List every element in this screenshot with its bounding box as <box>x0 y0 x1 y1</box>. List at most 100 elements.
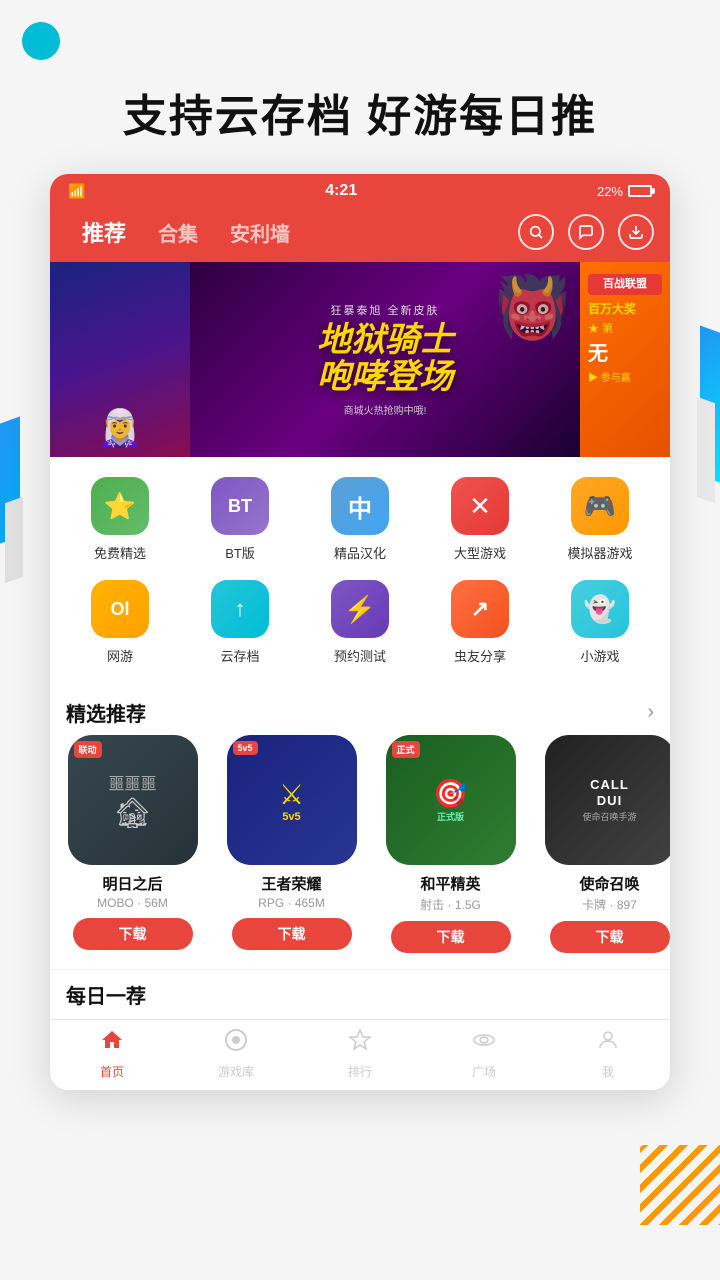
game-icon-label-2: 5v5 <box>279 811 304 823</box>
banner-left[interactable]: 🧝‍♀️ <box>50 262 190 457</box>
deco-right-gray <box>697 397 715 504</box>
game-download-btn-3[interactable]: 下载 <box>391 921 511 953</box>
game-icon-2: ⚔ 5v5 5v5 <box>227 735 357 865</box>
bottom-section: 每日一荐 <box>50 969 670 1019</box>
banner-main-content: 狂暴泰旭 全新皮肤 地狱骑士咆哮登场 商城火热抢购中哦! 👹 <box>190 262 580 457</box>
cat-emulator-label: 模拟器游戏 <box>567 543 632 562</box>
banner-right-text: 无 <box>588 340 662 368</box>
plaza-icon <box>472 1028 496 1059</box>
categories: ⭐ 免费精选 BT BT版 中 精品汉化 ✕ 大型游戏 🎮 模拟器游戏 Ol <box>50 457 670 688</box>
game-download-btn-4[interactable]: 下载 <box>550 921 670 953</box>
game-badge-2: 5v5 <box>233 741 258 755</box>
banner-main-subtitle: 狂暴泰旭 全新皮肤 <box>330 302 439 318</box>
game-icon-subtitle-1: 噩噩噩 <box>108 770 156 794</box>
game-list: 噩噩噩 🏚 联动 明日之后 MOBO · 56M 下载 ⚔ 5v5 5v5 <box>50 735 670 969</box>
game-icon-art-3: 🎯 正式版 <box>425 769 476 831</box>
tab-recommend-wall[interactable]: 安利墙 <box>214 218 306 247</box>
cat-preorder[interactable]: ⚡ 预约测试 <box>310 580 410 665</box>
cat-bt[interactable]: BT BT版 <box>190 477 290 562</box>
bottom-nav: 首页 游戏库 排行 <box>50 1019 670 1090</box>
featured-more[interactable]: › <box>647 701 654 724</box>
banner-right-content: 百战联盟 百万大奖 ★ 第 无 ▶ 参与赢 <box>580 262 670 398</box>
game-download-btn-2[interactable]: 下载 <box>232 918 352 950</box>
cat-share-icon: ↗ <box>451 580 509 638</box>
cat-share[interactable]: ↗ 虫友分享 <box>430 580 530 665</box>
nav-plaza-label: 广场 <box>472 1063 496 1080</box>
banner-main-title: 地狱骑士咆哮登场 <box>317 322 453 397</box>
cat-share-label: 虫友分享 <box>454 646 506 665</box>
message-icon-btn[interactable] <box>568 214 604 250</box>
cat-bt-label: BT版 <box>225 543 255 562</box>
game-icon-char-1: 🏚 <box>108 796 156 831</box>
game-icon-bg-4: CALLDUI 使命召唤手游 <box>545 735 671 865</box>
game-item-2[interactable]: ⚔ 5v5 5v5 王者荣耀 RPG · 465M 下载 <box>219 735 364 953</box>
cat-cloud-label: 云存档 <box>220 646 259 665</box>
game-item-4[interactable]: CALLDUI 使命召唤手游 使命召唤 卡牌 · 897 下载 <box>537 735 670 953</box>
game-name-4: 使命召唤 <box>579 873 639 894</box>
banner-main[interactable]: 狂暴泰旭 全新皮肤 地狱骑士咆哮登场 商城火热抢购中哦! 👹 <box>190 262 580 457</box>
battery-percent: 22% <box>597 184 623 199</box>
game-item-1[interactable]: 噩噩噩 🏚 联动 明日之后 MOBO · 56M 下载 <box>60 735 205 953</box>
game-icon-label-3: 正式版 <box>433 810 468 823</box>
battery-icon <box>628 185 652 197</box>
cat-online[interactable]: Ol 网游 <box>70 580 170 665</box>
banner-right-prize: 百万大奖 <box>588 301 662 318</box>
nav-library-label: 游戏库 <box>218 1063 254 1080</box>
featured-section-header: 精选推荐 › <box>50 688 670 735</box>
home-icon <box>100 1028 124 1059</box>
nav-plaza[interactable]: 广场 <box>444 1028 524 1080</box>
cat-emulator[interactable]: 🎮 模拟器游戏 <box>550 477 650 562</box>
nav-home[interactable]: 首页 <box>72 1028 152 1080</box>
cat-free[interactable]: ⭐ 免费精选 <box>70 477 170 562</box>
game-icon-art-1: 噩噩噩 🏚 <box>108 770 156 831</box>
cat-bt-icon: BT <box>211 477 269 535</box>
nav-me-label: 我 <box>602 1063 614 1080</box>
featured-title: 精选推荐 <box>66 698 146 727</box>
game-icon-3: 🎯 正式版 正式 <box>386 735 516 865</box>
me-icon <box>596 1028 620 1059</box>
cat-cloud[interactable]: ↑ 云存档 <box>190 580 290 665</box>
nav-ranking[interactable]: 排行 <box>320 1028 400 1080</box>
game-icon-art-4: CALLDUI 使命召唤手游 <box>576 771 642 829</box>
cat-big-label: 大型游戏 <box>454 543 506 562</box>
banner-area[interactable]: 🧝‍♀️ 狂暴泰旭 全新皮肤 地狱骑士咆哮登场 商城火热抢购中哦! 👹 百战联盟… <box>50 262 670 457</box>
game-name-3: 和平精英 <box>420 873 480 894</box>
search-icon-btn[interactable] <box>518 214 554 250</box>
banner-right-badge: 百战联盟 <box>588 274 662 295</box>
cat-big[interactable]: ✕ 大型游戏 <box>430 477 530 562</box>
game-name-2: 王者荣耀 <box>261 873 321 894</box>
cat-chinese-icon: 中 <box>331 477 389 535</box>
banner-right[interactable]: 百战联盟 百万大奖 ★ 第 无 ▶ 参与赢 <box>580 262 670 457</box>
banner-right-star: ★ 第 <box>588 322 662 337</box>
status-bar-time: 4:21 <box>325 182 357 200</box>
nav-me[interactable]: 我 <box>568 1028 648 1080</box>
cat-mini-label: 小游戏 <box>580 646 619 665</box>
cat-mini[interactable]: 👻 小游戏 <box>550 580 650 665</box>
tab-recommend[interactable]: 推荐 <box>66 216 142 248</box>
game-info-3: 射击 · 1.5G <box>420 896 481 913</box>
game-icon-char-3: 🎯 <box>433 777 468 810</box>
cat-big-icon: ✕ <box>451 477 509 535</box>
download-icon-btn[interactable] <box>618 214 654 250</box>
cat-preorder-label: 预约测试 <box>334 646 386 665</box>
nav-home-label: 首页 <box>100 1063 124 1080</box>
game-icon-char-2: ⚔ <box>279 778 304 811</box>
game-item-3[interactable]: 🎯 正式版 正式 和平精英 射击 · 1.5G 下载 <box>378 735 523 953</box>
phone-frame: 📶 4:21 22% 推荐 合集 安利墙 <box>50 174 670 1090</box>
game-download-btn-1[interactable]: 下载 <box>73 918 193 950</box>
ranking-icon <box>348 1028 372 1059</box>
cat-cloud-icon: ↑ <box>211 580 269 638</box>
cat-free-icon: ⭐ <box>91 477 149 535</box>
cat-chinese[interactable]: 中 精品汉化 <box>310 477 410 562</box>
game-icon-1: 噩噩噩 🏚 联动 <box>68 735 198 865</box>
cat-free-label: 免费精选 <box>94 543 146 562</box>
cat-row-1: ⭐ 免费精选 BT BT版 中 精品汉化 ✕ 大型游戏 🎮 模拟器游戏 <box>60 477 660 562</box>
game-name-1: 明日之后 <box>102 873 162 894</box>
wifi-icon: 📶 <box>68 183 85 200</box>
nav-library[interactable]: 游戏库 <box>196 1028 276 1080</box>
cat-emulator-icon: 🎮 <box>571 477 629 535</box>
call-dui-text: CALLDUI <box>582 777 636 808</box>
library-icon <box>224 1028 248 1059</box>
tab-collection[interactable]: 合集 <box>142 218 214 247</box>
game-badge-1: 联动 <box>74 741 102 758</box>
